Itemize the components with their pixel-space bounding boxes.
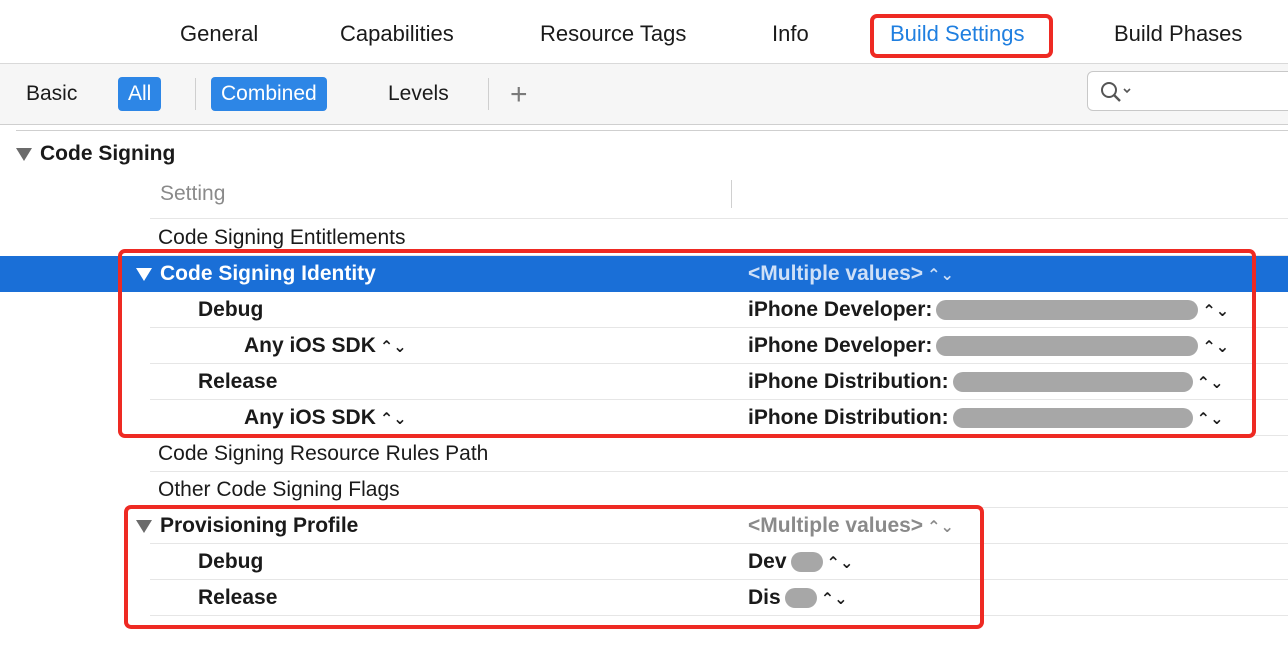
stepper-icon[interactable]: ⌃⌄ [380,339,407,356]
row-value[interactable]: iPhone Developer: ⌃⌄ [748,328,1229,364]
row-label: Other Code Signing Flags [158,478,400,501]
search-field[interactable] [1087,71,1288,111]
row-label: Code Signing Entitlements [158,226,406,249]
section-divider [16,130,1288,131]
row-identity-release[interactable]: Release iPhone Distribution: ⌃⌄ [150,364,1288,400]
stepper-icon[interactable]: ⌃⌄ [927,519,954,536]
row-value[interactable]: iPhone Developer: ⌃⌄ [748,292,1229,328]
filter-divider [488,78,489,110]
filter-basic-button[interactable]: Basic [16,77,87,111]
row-provisioning-release[interactable]: Release Dis ⌃⌄ [150,580,1288,616]
row-value[interactable]: Dev ⌃⌄ [748,544,853,580]
row-label: Code Signing Resource Rules Path [158,442,489,465]
redacted-value [936,336,1199,357]
row-identity-release-any-sdk[interactable]: Any iOS SDK ⌃⌄ iPhone Distribution: ⌃⌄ [150,400,1288,436]
stepper-icon[interactable]: ⌃⌄ [1202,339,1229,356]
disclosure-triangle-icon[interactable] [16,147,32,161]
row-label: Release [198,370,278,393]
row-resource-rules-path[interactable]: Code Signing Resource Rules Path [150,436,1288,472]
row-value[interactable]: <Multiple values> ⌃⌄ [748,256,954,292]
stepper-icon[interactable]: ⌃⌄ [827,555,854,572]
section-title: Code Signing [40,142,176,165]
stepper-icon[interactable]: ⌃⌄ [927,267,954,284]
stepper-icon[interactable]: ⌃⌄ [1197,411,1224,428]
row-identity-debug-any-sdk[interactable]: Any iOS SDK ⌃⌄ iPhone Developer: ⌃⌄ [150,328,1288,364]
redacted-value [936,300,1199,321]
filter-divider [195,78,196,110]
redacted-value [952,372,1193,393]
row-code-signing-identity[interactable]: Code Signing Identity <Multiple values> ⌃… [0,256,1288,292]
row-other-code-signing-flags[interactable]: Other Code Signing Flags [150,472,1288,508]
header-divider [150,218,1288,219]
disclosure-triangle-icon[interactable] [136,519,152,533]
tab-info[interactable]: Info [772,18,809,50]
stepper-icon[interactable]: ⌃⌄ [1202,303,1229,320]
row-label: Any iOS SDK ⌃⌄ [244,406,407,429]
disclosure-triangle-icon[interactable] [136,267,152,281]
tab-resource-tags[interactable]: Resource Tags [540,18,686,50]
tab-build-phases[interactable]: Build Phases [1114,18,1242,50]
row-provisioning-debug[interactable]: Debug Dev ⌃⌄ [150,544,1288,580]
row-code-signing-entitlements[interactable]: Code Signing Entitlements [150,220,1288,256]
row-label: Any iOS SDK ⌃⌄ [244,334,407,357]
row-label: Debug [198,550,264,573]
row-value[interactable]: iPhone Distribution: ⌃⌄ [748,400,1223,436]
column-header-setting[interactable]: Setting [160,180,225,208]
row-identity-debug[interactable]: Debug iPhone Developer: ⌃⌄ [150,292,1288,328]
row-value[interactable]: <Multiple values> ⌃⌄ [748,508,954,544]
row-provisioning-profile[interactable]: Provisioning Profile <Multiple values> ⌃⌄ [136,508,1288,544]
stepper-icon[interactable]: ⌃⌄ [1197,375,1224,392]
filter-levels-button[interactable]: Levels [378,77,459,111]
stepper-icon[interactable]: ⌃⌄ [380,411,407,428]
row-label: Provisioning Profile [136,508,358,544]
tab-build-settings[interactable]: Build Settings [890,18,1025,50]
filter-combined-button[interactable]: Combined [211,77,327,111]
redacted-value [784,588,817,609]
tab-bar: General Capabilities Resource Tags Info … [0,0,1288,64]
row-value[interactable]: Dis ⌃⌄ [748,580,848,616]
row-value[interactable]: iPhone Distribution: ⌃⌄ [748,364,1223,400]
column-divider[interactable] [731,180,732,208]
search-icon [1101,82,1131,102]
redacted-value [790,552,823,573]
stepper-icon[interactable]: ⌃⌄ [821,591,848,608]
tab-capabilities[interactable]: Capabilities [340,18,454,50]
row-label: Code Signing Identity [136,256,376,292]
tab-general[interactable]: General [180,18,258,50]
row-label: Release [198,586,278,609]
section-code-signing[interactable]: Code Signing [16,140,175,168]
row-label: Debug [198,298,264,321]
redacted-value [952,408,1193,429]
filter-all-button[interactable]: All [118,77,162,111]
add-setting-button[interactable]: + [510,78,528,112]
